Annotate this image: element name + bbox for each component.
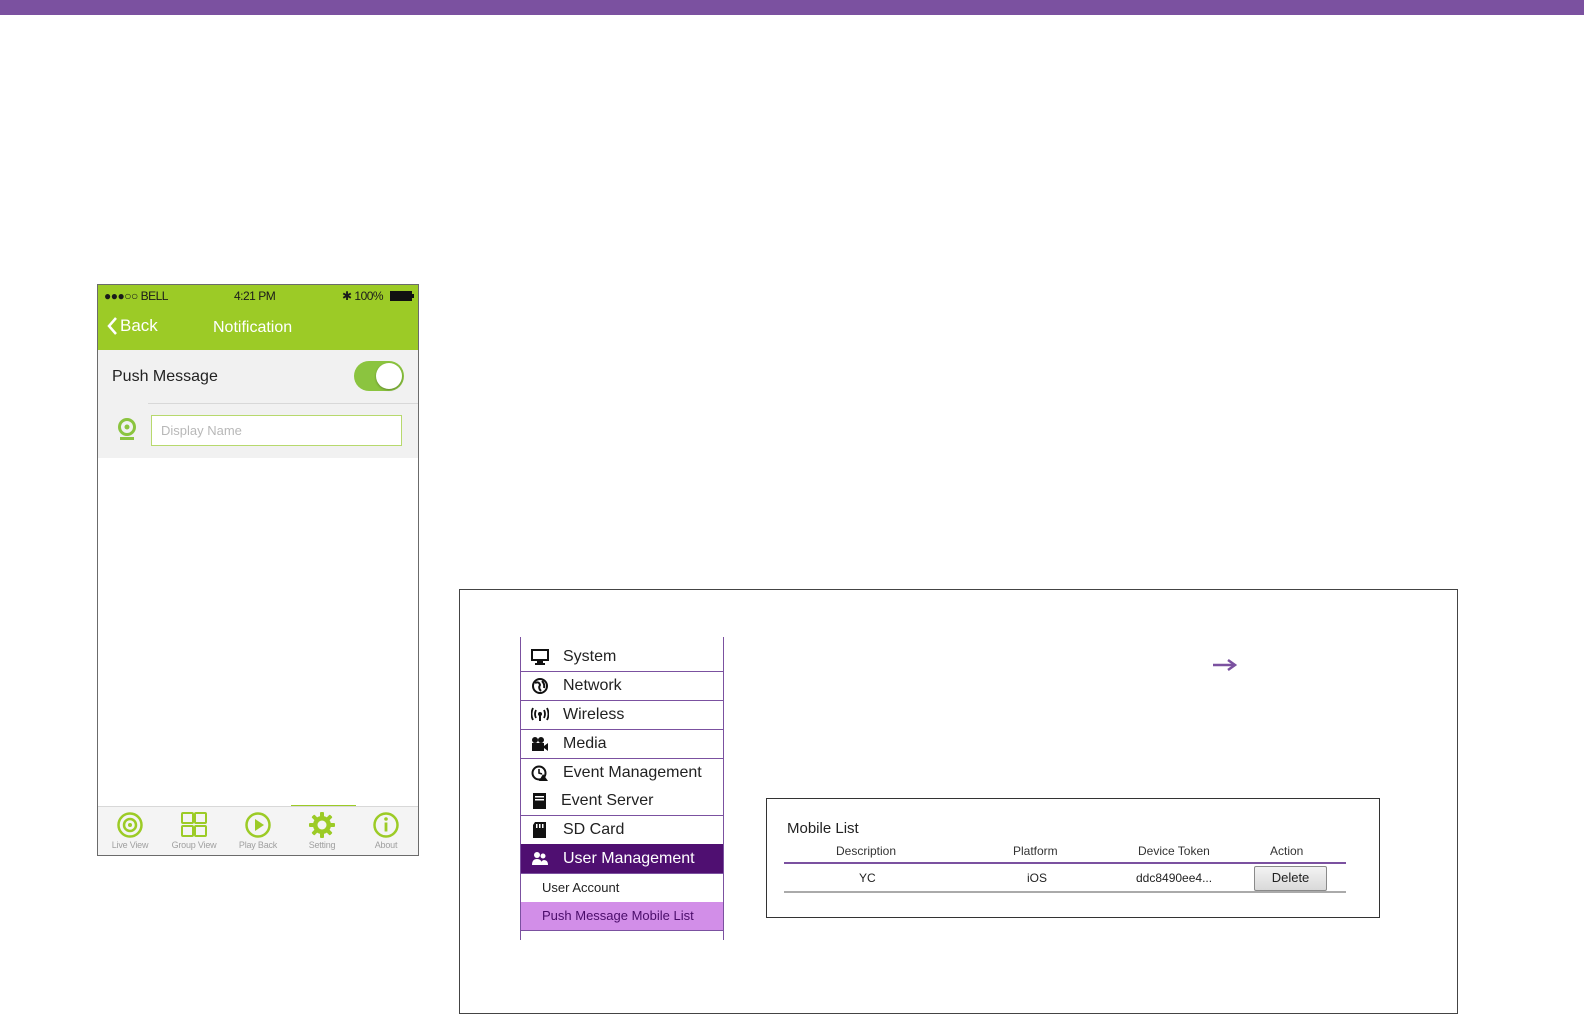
live-view-icon <box>117 812 143 838</box>
page-title: Notification <box>213 319 293 336</box>
menu-item-event-management[interactable]: Event Management <box>521 759 723 788</box>
col-description: Description <box>836 844 897 858</box>
menu-item-network[interactable]: Network <box>521 672 723 701</box>
menu-item-wireless[interactable]: Wireless <box>521 701 723 730</box>
back-button[interactable]: Back <box>106 316 158 336</box>
tab-setting[interactable]: Setting <box>290 811 354 850</box>
back-label: Back <box>120 316 158 335</box>
arrow-right-icon <box>1213 658 1238 672</box>
cell-device-token: ddc8490ee4... <box>1136 871 1213 885</box>
col-platform: Platform <box>1013 844 1058 858</box>
carrier-signal: ●●●○○ BELL <box>104 289 168 303</box>
nav-bar: Back Notification <box>98 313 418 343</box>
menu-item-system[interactable]: System <box>521 643 723 672</box>
col-action: Action <box>1270 844 1304 858</box>
menu-item-media[interactable]: Media <box>521 730 723 759</box>
monitor-icon <box>531 649 549 665</box>
gear-icon <box>309 812 335 838</box>
status-bar: ●●●○○ BELL 4:21 PM ✱ 100% <box>98 287 418 305</box>
display-name-input[interactable]: Display Name <box>151 415 402 446</box>
battery-icon <box>390 291 414 301</box>
globe-icon <box>532 678 548 694</box>
users-icon <box>532 852 548 865</box>
battery-level: ✱ 100% <box>342 289 384 303</box>
group-view-icon <box>181 812 207 837</box>
info-icon <box>373 812 399 838</box>
delete-button[interactable]: Delete <box>1254 866 1327 891</box>
chevron-left-icon <box>107 317 117 335</box>
cell-description: YC <box>859 871 876 885</box>
sd-card-icon <box>533 822 546 838</box>
toggle-knob <box>376 363 402 389</box>
row-divider <box>784 891 1346 893</box>
menu-item-user-management[interactable]: User Management <box>521 844 723 874</box>
col-device-token: Device Token <box>1138 844 1210 858</box>
push-message-label: Push Message <box>112 368 218 385</box>
tab-group-view[interactable]: Group View <box>162 811 226 850</box>
play-back-icon <box>245 812 271 838</box>
menu-item-event-server[interactable]: Event Server <box>521 787 723 816</box>
server-icon <box>533 793 546 809</box>
event-management-icon <box>531 765 548 781</box>
settings-menu: System Network Wireless Media Event Mana… <box>520 637 724 940</box>
top-accent-bar <box>0 0 1584 15</box>
divider <box>148 403 418 404</box>
push-message-toggle[interactable] <box>354 361 404 391</box>
submenu-item-user-account[interactable]: User Account <box>521 874 723 903</box>
phone-screen: ●●●○○ BELL 4:21 PM ✱ 100% Back Notificat… <box>97 284 419 856</box>
webcam-icon <box>118 418 136 440</box>
tab-live-view[interactable]: Live View <box>98 811 162 850</box>
menu-item-sd-card[interactable]: SD Card <box>521 816 723 845</box>
status-time: 4:21 PM <box>234 289 276 303</box>
mobile-list-panel: Mobile List Description Platform Device … <box>766 798 1380 918</box>
wireless-icon <box>531 707 549 721</box>
camera-icon <box>532 737 548 751</box>
cell-platform: iOS <box>1027 871 1048 885</box>
mobile-list-title: Mobile List <box>787 820 859 837</box>
tab-about[interactable]: About <box>354 811 418 850</box>
tab-play-back[interactable]: Play Back <box>226 811 290 850</box>
header-divider <box>784 862 1346 864</box>
submenu-item-push-message-mobile-list[interactable]: Push Message Mobile List <box>521 902 723 931</box>
tab-bar: Live View Group View Play Back Setting A… <box>98 806 418 855</box>
bluetooth-icon: ✱ <box>342 289 352 303</box>
